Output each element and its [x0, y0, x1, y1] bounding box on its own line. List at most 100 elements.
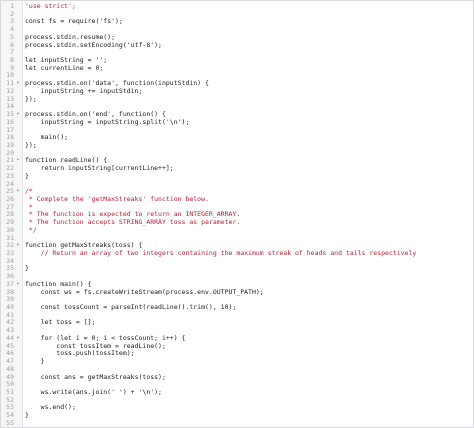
- fold-placeholder: [14, 165, 22, 173]
- fold-placeholder: [14, 358, 22, 366]
- fold-placeholder: [14, 65, 22, 73]
- fold-placeholder: [14, 289, 22, 297]
- code-text: }: [25, 357, 45, 366]
- code-text: }: [25, 264, 29, 273]
- code-text: });: [25, 94, 37, 103]
- fold-placeholder: [14, 119, 22, 127]
- line-number: 55: [6, 418, 14, 427]
- fold-placeholder: [14, 34, 22, 42]
- fold-placeholder: [14, 389, 22, 397]
- fold-placeholder: [14, 18, 22, 26]
- fold-placeholder: [14, 88, 22, 96]
- fold-placeholder: [14, 265, 22, 273]
- fold-placeholder: [14, 11, 22, 19]
- code-text: // Return an array of two integers conta…: [25, 249, 417, 257]
- fold-placeholder: [14, 173, 22, 181]
- code-line[interactable]: 47 }: [1, 357, 473, 366]
- fold-placeholder: [14, 366, 22, 374]
- code-text: }: [25, 411, 29, 420]
- code-text: ws.write(ans.join(' ') + '\n');: [25, 387, 162, 396]
- fold-placeholder: [14, 350, 22, 358]
- code-text: * Complete the 'getMaxStreaks' function …: [25, 194, 209, 203]
- code-line[interactable]: 54}: [1, 411, 473, 420]
- code-text: */: [25, 225, 37, 234]
- code-text: const tossCount = parseInt(readLine().tr…: [25, 303, 237, 312]
- code-text: let toss = [];: [25, 318, 96, 327]
- code-line[interactable]: 23}: [1, 171, 473, 181]
- fold-placeholder: [14, 211, 22, 219]
- code-line[interactable]: 13});: [1, 94, 473, 104]
- fold-placeholder: [14, 134, 22, 142]
- fold-arrow-icon[interactable]: ▾: [14, 188, 22, 196]
- fold-placeholder: [14, 381, 22, 389]
- code-line[interactable]: 9 let currentLine = 0;: [1, 63, 473, 73]
- fold-arrow-icon[interactable]: ▾: [14, 111, 22, 119]
- fold-placeholder: [14, 296, 22, 304]
- fold-placeholder: [14, 204, 22, 212]
- code-line[interactable]: 38 const ws = fs.createWriteStream(proce…: [1, 287, 473, 297]
- fold-placeholder: [14, 412, 22, 420]
- code-lines[interactable]: 1'use strict'; 2 3 const fs = require('fs')…: [1, 2, 473, 428]
- fold-arrow-icon[interactable]: ▾: [14, 281, 22, 289]
- code-line[interactable]: 16 inputString = inputString.split('\n')…: [1, 118, 473, 127]
- code-text: const ws = fs.createWriteStream(process.…: [25, 287, 264, 296]
- code-text: let currentLine = 0;: [25, 63, 104, 72]
- fold-placeholder: [14, 250, 22, 258]
- code-line[interactable]: 49 const ans = getMaxStreaks(toss);: [1, 372, 473, 382]
- code-line[interactable]: 35}: [1, 265, 473, 273]
- fold-placeholder: [14, 196, 22, 204]
- fold-placeholder: [14, 397, 22, 405]
- code-line[interactable]: 1'use strict';: [1, 2, 473, 11]
- fold-placeholder: [14, 219, 22, 227]
- fold-placeholder: [14, 258, 22, 266]
- code-text: 'use strict';: [25, 2, 76, 10]
- fold-placeholder: [14, 404, 22, 412]
- code-line[interactable]: 12 inputString += inputStdin;: [1, 86, 473, 96]
- code-editor[interactable]: 1'use strict'; 2 3 const fs = require('fs')…: [0, 0, 474, 428]
- fold-placeholder: [14, 103, 22, 111]
- fold-arrow-icon[interactable]: ▾: [14, 242, 22, 250]
- fold-arrow-icon[interactable]: ▾: [14, 335, 22, 343]
- code-line[interactable]: 22 return inputString[currentLine++];: [1, 164, 473, 173]
- fold-placeholder: [14, 26, 22, 34]
- code-line[interactable]: 51 ws.write(ans.join(' ') + '\n');: [1, 387, 473, 397]
- code-text: process.stdin.setEncoding('utf-8');: [25, 40, 162, 49]
- code-line[interactable]: 26 * Complete the 'getMaxStreaks' functi…: [1, 194, 473, 204]
- code-line[interactable]: 33 // Return an array of two integers co…: [1, 249, 473, 258]
- code-text: inputString += inputStdin;: [25, 86, 143, 95]
- fold-placeholder: [14, 127, 22, 135]
- code-line[interactable]: 30 */: [1, 225, 473, 235]
- fold-arrow-icon[interactable]: ▾: [14, 157, 22, 165]
- code-line[interactable]: 29 * The function accepts STRING_ARRAY t…: [1, 218, 473, 227]
- code-line[interactable]: 42 let toss = [];: [1, 319, 473, 327]
- code-line[interactable]: 55: [1, 418, 473, 428]
- code-text: const ans = getMaxStreaks(toss);: [25, 372, 166, 381]
- fold-placeholder: [14, 150, 22, 158]
- code-line[interactable]: 19});: [1, 140, 473, 150]
- code-line[interactable]: 18 main();: [1, 133, 473, 142]
- code-text: });: [25, 140, 37, 149]
- code-line[interactable]: 46 toss.push(tossItem);: [1, 350, 473, 358]
- fold-placeholder: [14, 312, 22, 320]
- fold-placeholder: [14, 57, 22, 65]
- code-line[interactable]: 40 const tossCount = parseInt(readLine()…: [1, 303, 473, 312]
- code-line[interactable]: 53 ws.end();: [1, 404, 473, 412]
- code-line[interactable]: 3 const fs = require('fs');: [1, 18, 473, 26]
- code-line[interactable]: 34: [1, 257, 473, 266]
- fold-arrow-icon[interactable]: ▾: [14, 80, 22, 88]
- fold-placeholder: [14, 420, 22, 428]
- code-line[interactable]: 24: [1, 180, 473, 189]
- fold-placeholder: [14, 343, 22, 351]
- fold-placeholder: [14, 49, 22, 57]
- code-text: }: [25, 171, 29, 180]
- code-line[interactable]: 17: [1, 126, 473, 135]
- code-text: ws.end();: [25, 403, 76, 412]
- code-text: const fs = require('fs');: [25, 17, 123, 26]
- fold-placeholder: [14, 374, 22, 382]
- code-text: return inputString[currentLine++];: [25, 164, 174, 173]
- fold-placeholder: [14, 181, 22, 189]
- fold-placeholder: [14, 96, 22, 104]
- code-line[interactable]: 6 process.stdin.setEncoding('utf-8');: [1, 40, 473, 50]
- fold-placeholder: [14, 227, 22, 235]
